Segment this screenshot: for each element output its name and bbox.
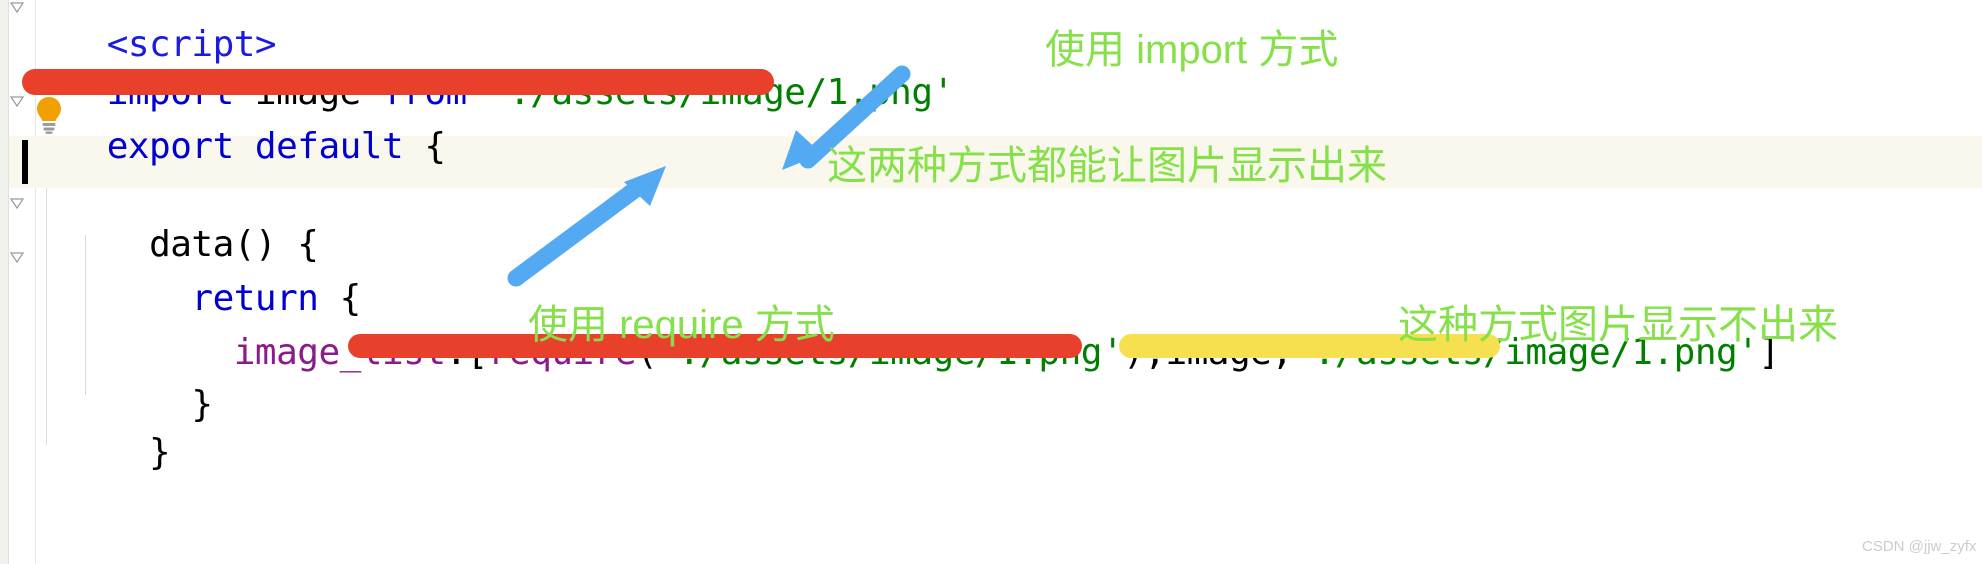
- intention-bulb-icon[interactable]: [34, 96, 64, 138]
- arrow-shaft: [507, 177, 649, 287]
- annotation-use-import: 使用 import 方式: [1045, 28, 1339, 72]
- lightbulb-icon: [37, 97, 61, 134]
- editor-screenshot: <script> import image from './assets/ima…: [0, 0, 1982, 564]
- annotation-both-work: 这两种方式都能让图片显示出来: [827, 144, 1387, 188]
- marker-stroke-import-line: [22, 69, 774, 95]
- code-line-close-brace-outer[interactable]: }: [22, 396, 171, 510]
- code-token-keyword: export default: [106, 126, 404, 167]
- csdn-watermark: CSDN @jjw_zyfx: [1862, 538, 1977, 555]
- code-token-punctuation: }: [106, 432, 171, 473]
- editor-left-stripe: [0, 0, 9, 564]
- code-token-punctuation: {: [403, 126, 446, 167]
- annotation-use-require: 使用 require 方式: [528, 303, 835, 347]
- arrow-require-to-text: [507, 166, 666, 287]
- code-line-export-default[interactable]: export default {: [22, 90, 446, 204]
- annotation-not-shown: 这种方式图片显示不出来: [1398, 303, 1838, 347]
